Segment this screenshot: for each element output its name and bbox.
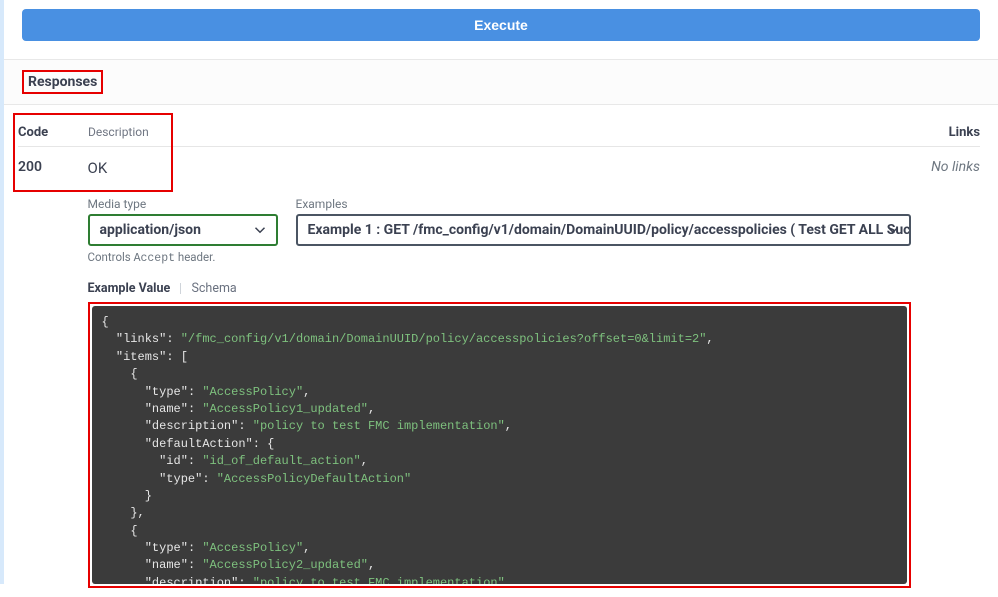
api-panel: Execute Responses Code Description Links… <box>0 0 998 584</box>
detail-tabs: Example Value Schema <box>88 281 911 296</box>
examples-select[interactable]: Example 1 : GET /fmc_config/v1/domain/Do… <box>296 214 911 246</box>
response-description: OK <box>88 159 911 177</box>
response-code: 200 <box>18 159 88 588</box>
response-links-col: No links <box>911 159 981 588</box>
responses-body: Code Description Links 200 OK Media type… <box>4 105 998 597</box>
response-row: 200 OK Media type application/json <box>18 147 980 588</box>
controls-row: Media type application/json Controls Acc… <box>88 197 911 265</box>
col-header-links: Links <box>910 125 980 140</box>
examples-group: Examples Example 1 : GET /fmc_config/v1/… <box>296 197 911 246</box>
examples-selected: Example 1 : GET /fmc_config/v1/domain/Do… <box>308 222 911 238</box>
responses-section-header: Responses <box>4 59 998 105</box>
examples-label: Examples <box>296 197 911 211</box>
execute-button[interactable]: Execute <box>22 9 980 41</box>
media-type-label: Media type <box>88 197 278 211</box>
media-type-selected: application/json <box>100 222 201 238</box>
media-type-help: Controls Accept header. <box>88 250 278 265</box>
media-type-group: Media type application/json Controls Acc… <box>88 197 278 265</box>
responses-table-header: Code Description Links <box>18 115 980 147</box>
col-header-description: Description <box>88 125 910 140</box>
tab-schema[interactable]: Schema <box>191 281 236 296</box>
response-description-col: OK Media type application/json Controls … <box>88 159 911 588</box>
example-highlight-box: { "links": "/fmc_config/v1/domain/Domain… <box>88 302 911 588</box>
execute-area: Execute <box>4 0 998 59</box>
tab-separator <box>180 283 181 294</box>
chevron-down-icon <box>254 224 266 236</box>
no-links-text: No links <box>931 159 980 175</box>
tab-example-value[interactable]: Example Value <box>88 281 171 296</box>
media-type-select[interactable]: application/json <box>88 214 278 246</box>
col-header-code: Code <box>18 125 88 140</box>
responses-tab[interactable]: Responses <box>22 70 103 94</box>
example-code[interactable]: { "links": "/fmc_config/v1/domain/Domain… <box>92 306 907 584</box>
